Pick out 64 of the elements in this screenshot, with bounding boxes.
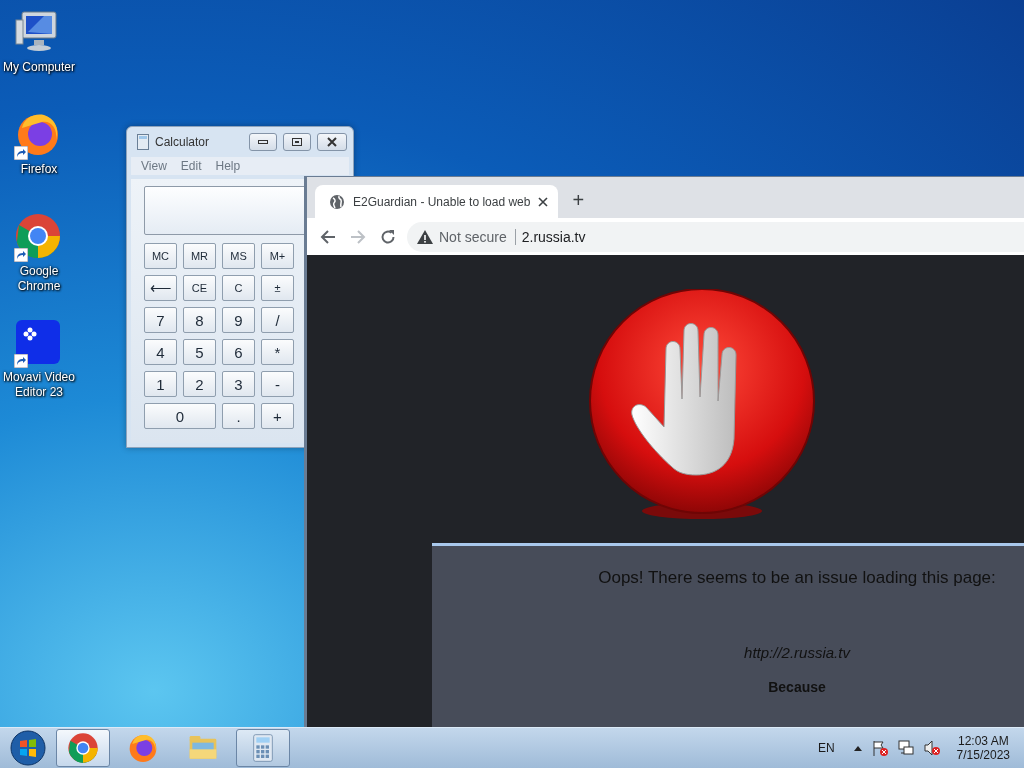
calculator-key[interactable]: 2 <box>183 371 216 397</box>
maximize-icon <box>292 138 302 146</box>
calculator-key[interactable]: 8 <box>183 307 216 333</box>
clock-date[interactable]: 7/15/2023 <box>956 748 1010 762</box>
browser-tab[interactable]: E2Guardian - Unable to load web <box>315 185 559 218</box>
calculator-key[interactable]: MS <box>222 243 255 269</box>
error-heading: Oops! There seems to be an issue loading this page: <box>598 568 996 588</box>
close-tab-icon[interactable] <box>538 196 549 207</box>
menu-item[interactable]: View <box>141 159 167 173</box>
speaker-muted-icon[interactable] <box>922 739 941 757</box>
network-icon[interactable] <box>896 739 915 757</box>
calculator-key[interactable]: 9 <box>222 307 255 333</box>
desktop-icon-label[interactable]: Google Chrome <box>0 264 78 294</box>
calculator-key[interactable]: CE <box>183 275 216 301</box>
calculator-key[interactable]: + <box>261 403 294 429</box>
calculator-key[interactable]: 3 <box>222 371 255 397</box>
firefox-icon <box>127 732 159 764</box>
calculator-key[interactable]: M+ <box>261 243 294 269</box>
desktop-icon-label[interactable]: My Computer <box>3 60 75 75</box>
calculator-key[interactable]: 1 <box>144 371 177 397</box>
calculator-key[interactable]: MC <box>144 243 177 269</box>
minimize-button[interactable] <box>249 133 277 151</box>
menu-item[interactable]: Help <box>215 159 241 173</box>
calculator-key[interactable]: C <box>222 275 255 301</box>
new-tab-button[interactable]: + <box>568 189 589 212</box>
calculator-key[interactable]: . <box>222 403 255 429</box>
taskbar-app-button[interactable] <box>236 729 290 767</box>
taskbar-app-button[interactable] <box>56 729 110 767</box>
maximize-button[interactable] <box>283 133 311 151</box>
close-icon <box>326 137 338 147</box>
chrome-icon <box>67 732 99 764</box>
clock-time[interactable]: 12:03 AM <box>957 734 1009 748</box>
address-bar[interactable]: Not secure 2.russia.tv <box>407 221 1024 252</box>
url-text: 2.russia.tv <box>521 228 586 245</box>
minimize-icon <box>258 140 268 144</box>
globe-icon <box>329 193 345 210</box>
close-button[interactable] <box>317 133 347 151</box>
desktop-icon-label[interactable]: Firefox <box>20 162 58 177</box>
calculator-icon <box>137 134 149 150</box>
tab-title: E2Guardian - Unable to load web <box>353 194 531 209</box>
stop-hand-icon <box>588 289 816 521</box>
calculator-key[interactable]: MR <box>183 243 216 269</box>
calculator-key[interactable]: ± <box>261 275 294 301</box>
blocked-url: http://2.russia.tv <box>744 644 850 661</box>
calculator-key[interactable]: 5 <box>183 339 216 365</box>
desktop-icon-label[interactable]: Movavi Video Editor 23 <box>0 370 78 400</box>
warning-icon <box>417 229 433 244</box>
calculator-key[interactable]: - <box>261 371 294 397</box>
calculator-key[interactable]: 7 <box>144 307 177 333</box>
calculator-key[interactable]: 6 <box>222 339 255 365</box>
calculator-key[interactable]: 0 <box>144 403 216 429</box>
calculator-key[interactable]: ⟵ <box>144 275 177 301</box>
menu-item[interactable]: Edit <box>180 159 202 173</box>
calculator-key[interactable]: / <box>261 307 294 333</box>
security-label: Not secure <box>439 228 516 245</box>
movavi-app-icon <box>14 318 62 366</box>
flag-icon[interactable] <box>870 739 889 757</box>
language-indicator[interactable]: EN <box>817 741 835 755</box>
chrome-icon <box>14 212 62 260</box>
calculator-key[interactable]: 4 <box>144 339 177 365</box>
calculator-key[interactable]: * <box>261 339 294 365</box>
window-title: Calculator <box>155 135 211 149</box>
show-hidden-icons-icon[interactable] <box>852 744 863 752</box>
reason-label: Because <box>768 679 826 695</box>
